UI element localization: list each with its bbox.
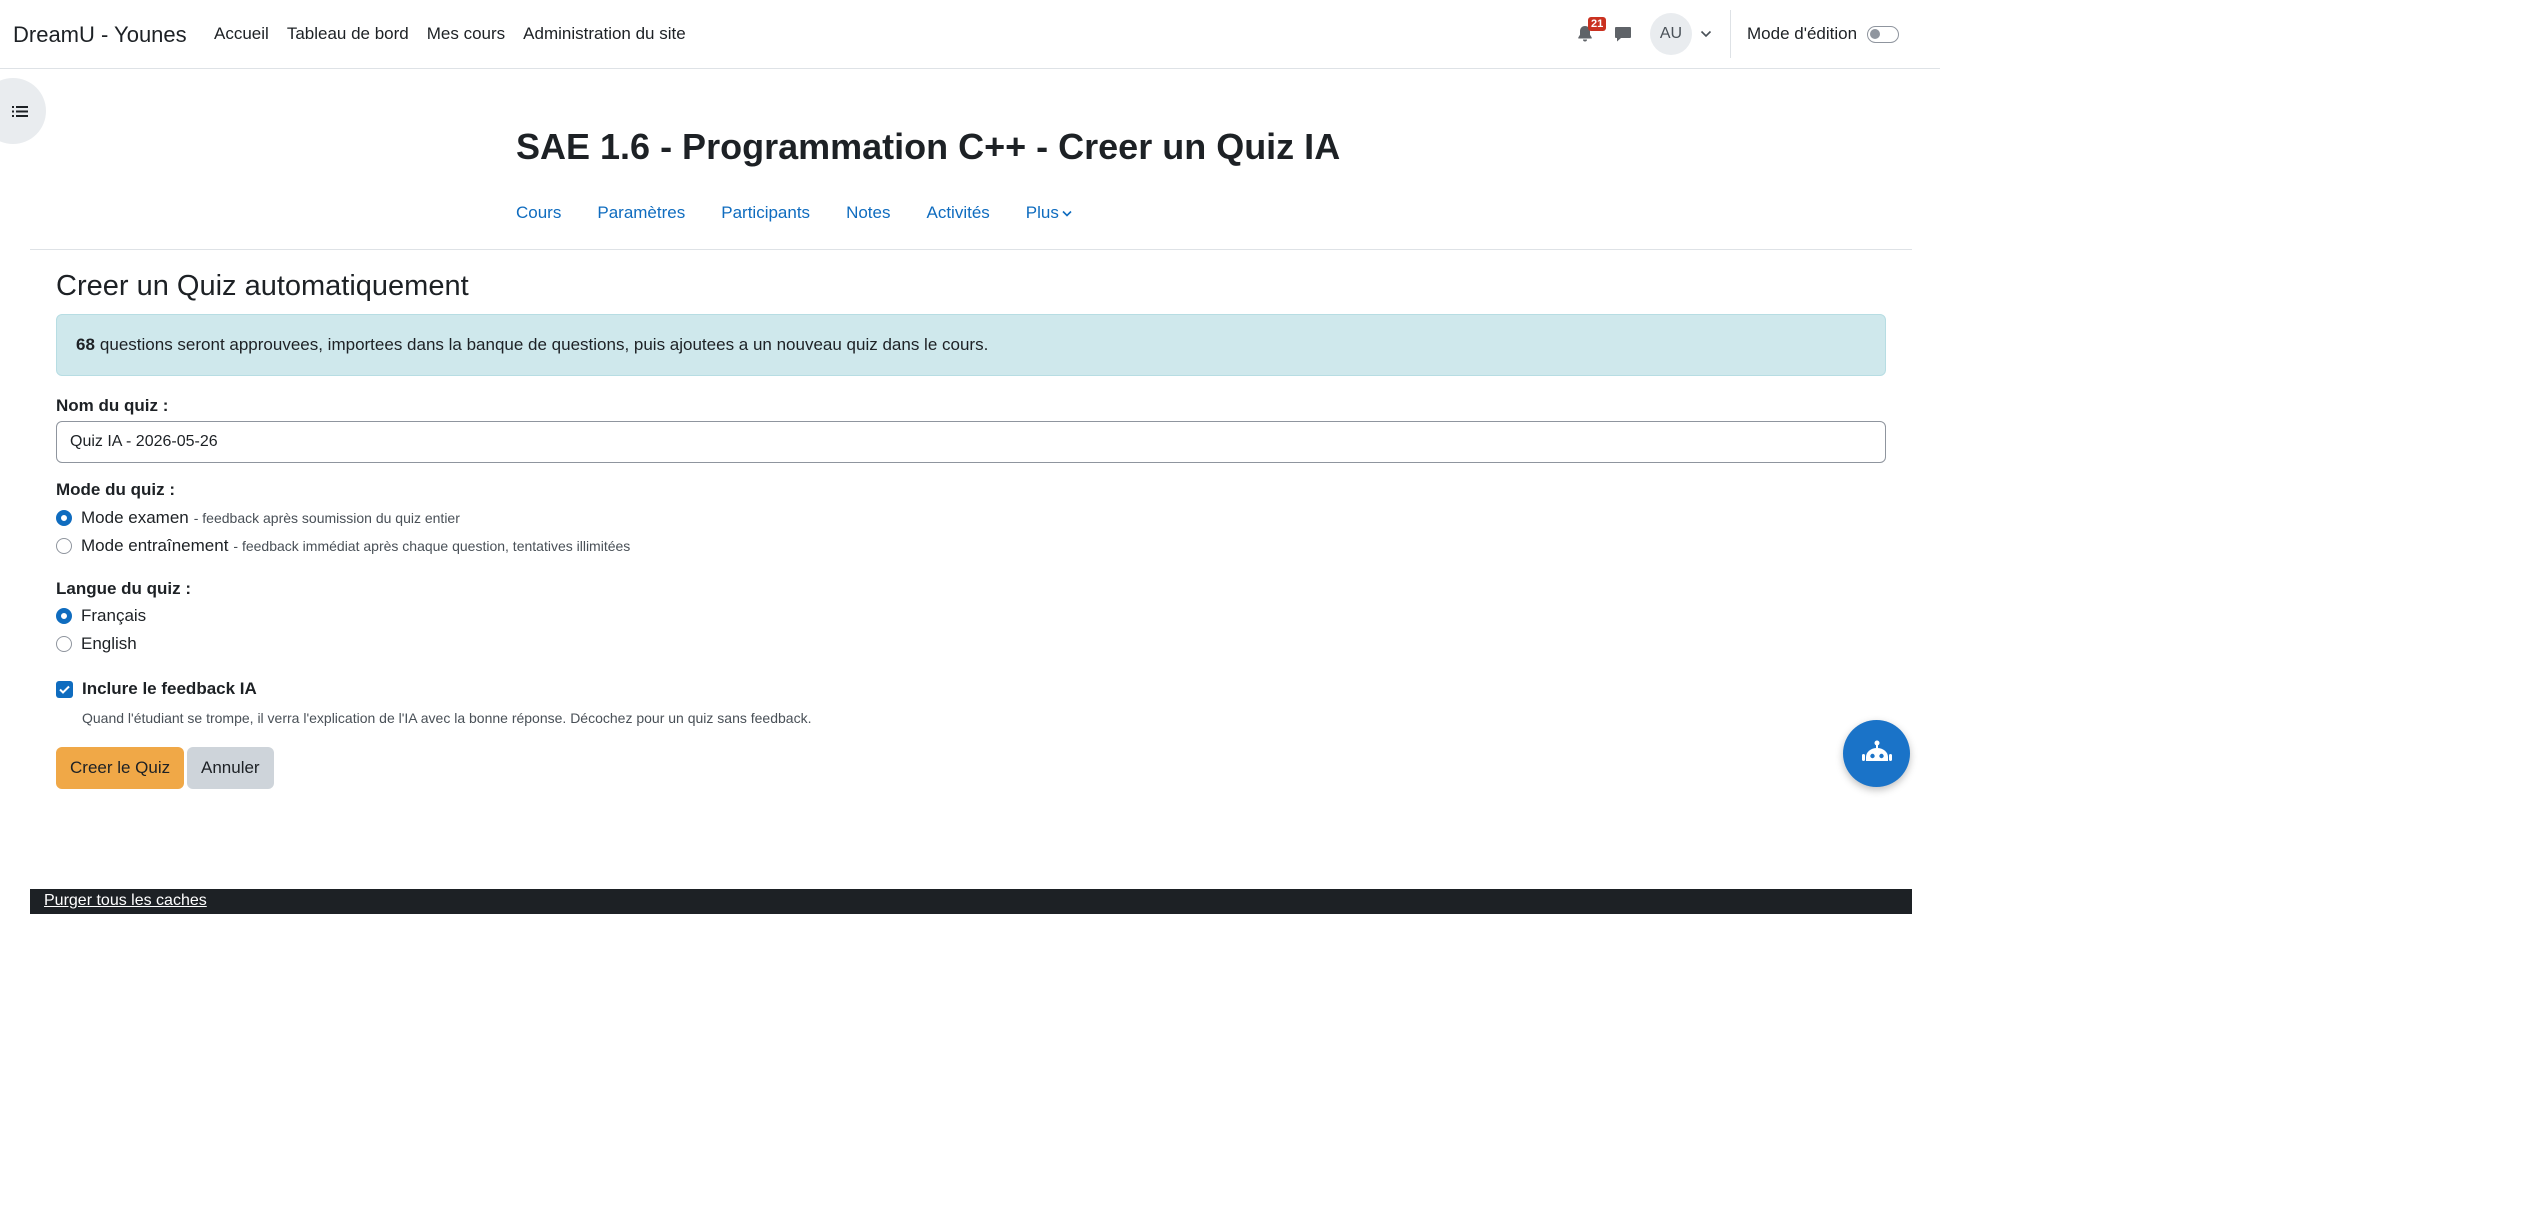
language-english-label: English — [81, 634, 137, 653]
ai-assistant-button[interactable] — [1843, 720, 1910, 787]
feedback-option[interactable]: Inclure le feedback IA — [56, 679, 257, 699]
page-title: SAE 1.6 - Programmation C++ - Creer un Q… — [516, 126, 1341, 167]
mode-entrainement-description: - feedback immédiat après chaque questio… — [233, 538, 631, 554]
feedback-label: Inclure le feedback IA — [82, 679, 257, 698]
user-menu-chevron-down-icon[interactable] — [1700, 27, 1714, 41]
robot-icon — [1861, 740, 1892, 761]
quiz-language-label: Langue du quiz : — [56, 579, 192, 598]
create-quiz-button[interactable]: Creer le Quiz — [56, 747, 185, 789]
top-navbar: DreamU - Younes Accueil Tableau de bord … — [0, 0, 1940, 69]
chevron-down-icon — [1062, 210, 1072, 217]
mode-entrainement-label: Mode entraînement — [81, 536, 229, 555]
tab-parametres[interactable]: Paramètres — [597, 203, 685, 223]
site-brand[interactable]: DreamU - Younes — [13, 22, 187, 48]
language-francais-radio[interactable] — [56, 608, 72, 624]
feedback-help-text: Quand l'étudiant se trompe, il verra l'e… — [82, 710, 812, 726]
checkmark-icon — [59, 685, 70, 694]
language-option-francais[interactable]: Français — [56, 606, 146, 626]
navbar-divider — [1730, 10, 1731, 58]
user-navigation: 21 AU Mode d'édition — [1570, 0, 1900, 68]
info-alert: 68 questions seront approuvees, importee… — [56, 314, 1886, 376]
mode-option-entrainement[interactable]: Mode entraînement - feedback immédiat ap… — [56, 536, 630, 556]
mode-examen-label: Mode examen — [81, 508, 189, 527]
tab-cours[interactable]: Cours — [516, 203, 561, 223]
cancel-button[interactable]: Annuler — [187, 747, 274, 789]
page: DreamU - Younes Accueil Tableau de bord … — [0, 0, 1940, 1206]
alert-message: questions seront approuvees, importees d… — [99, 335, 989, 354]
header-divider — [30, 249, 1912, 250]
edit-mode-label: Mode d'édition — [1747, 24, 1858, 43]
language-english-radio[interactable] — [56, 636, 72, 652]
tab-notes[interactable]: Notes — [846, 203, 890, 223]
tab-activites[interactable]: Activités — [926, 203, 989, 223]
course-index-toggle-button[interactable] — [0, 78, 46, 144]
edit-mode-toggle[interactable] — [1867, 25, 1900, 43]
section-heading: Creer un Quiz automatiquement — [56, 270, 469, 302]
notification-count-badge: 21 — [1588, 17, 1607, 31]
mode-entrainement-radio[interactable] — [56, 538, 72, 554]
quiz-name-label: Nom du quiz : — [56, 396, 169, 415]
nav-link-tableau-de-bord[interactable]: Tableau de bord — [287, 24, 409, 44]
quiz-name-input[interactable] — [56, 421, 1886, 463]
course-secondary-navigation: Cours Paramètres Participants Notes Acti… — [516, 203, 1072, 223]
chat-bubble-icon — [1615, 27, 1631, 42]
purge-caches-link[interactable]: Purger tous les caches — [44, 892, 207, 910]
nav-link-mes-cours[interactable]: Mes cours — [427, 24, 505, 44]
user-avatar[interactable]: AU — [1650, 13, 1692, 55]
tab-participants[interactable]: Participants — [721, 203, 810, 223]
nav-link-accueil[interactable]: Accueil — [214, 24, 269, 44]
primary-navigation: Accueil Tableau de bord Mes cours Admini… — [214, 24, 686, 44]
question-count: 68 — [76, 335, 95, 354]
tab-plus-label: Plus — [1025, 203, 1059, 222]
notifications-button[interactable]: 21 — [1570, 17, 1607, 49]
quiz-mode-label: Mode du quiz : — [56, 480, 175, 499]
mode-option-examen[interactable]: Mode examen - feedback après soumission … — [56, 508, 460, 528]
feedback-checkbox[interactable] — [56, 680, 73, 698]
messages-button[interactable] — [1608, 19, 1638, 49]
tab-plus[interactable]: Plus — [1026, 203, 1072, 223]
nav-link-administration[interactable]: Administration du site — [523, 24, 686, 44]
mode-examen-radio[interactable] — [56, 510, 72, 526]
language-option-english[interactable]: English — [56, 634, 137, 654]
list-icon — [12, 105, 28, 117]
footer-bar: Purger tous les caches — [30, 889, 1912, 914]
language-francais-label: Français — [81, 606, 147, 625]
mode-examen-description: - feedback après soumission du quiz enti… — [193, 510, 460, 526]
